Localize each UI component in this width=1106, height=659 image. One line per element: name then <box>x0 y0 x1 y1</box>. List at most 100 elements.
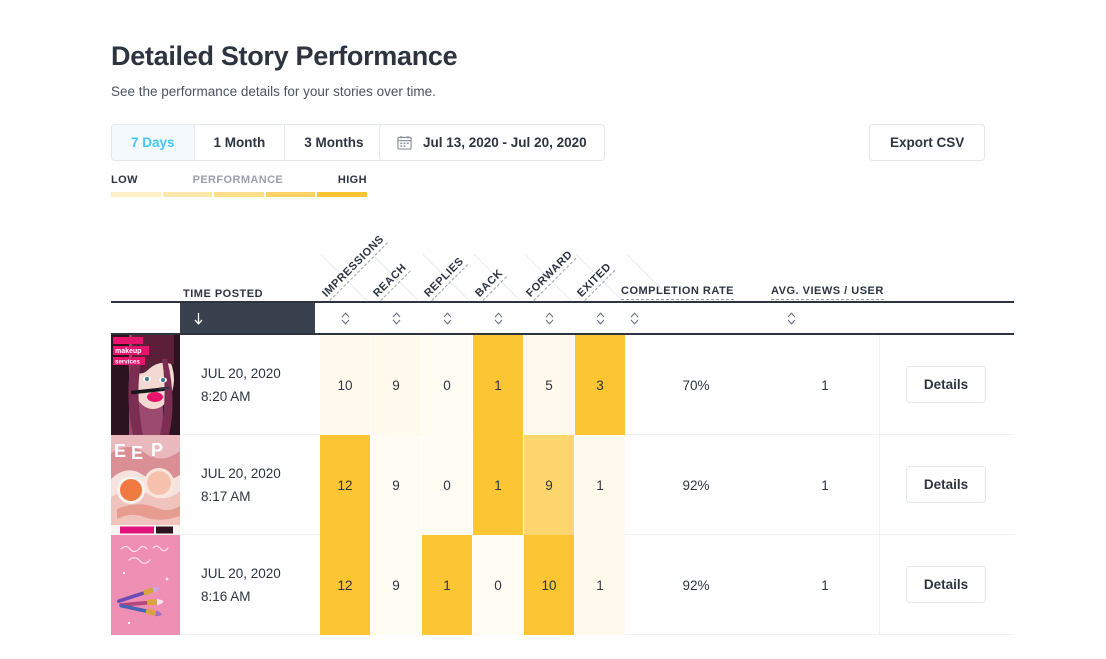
date-range-tabs: 7 Days 1 Month 3 Months <box>111 124 384 161</box>
metric-cell-reach: 9 <box>371 435 421 535</box>
sort-control-time-posted[interactable] <box>180 303 315 333</box>
time-posted-cell: JUL 20, 2020 8:17 AM <box>201 435 281 535</box>
export-csv-button[interactable]: Export CSV <box>869 124 986 161</box>
details-button[interactable]: Details <box>906 566 986 603</box>
legend-labels: LOW PERFORMANCE HIGH <box>111 174 367 186</box>
eep-orange-makeup-thumbnail[interactable]: E E P <box>111 435 180 535</box>
svg-text:E: E <box>114 441 126 461</box>
post-date: JUL 20, 2020 <box>201 566 281 581</box>
range-tab-7-days[interactable]: 7 Days <box>112 125 195 160</box>
legend-segment-4 <box>265 192 316 197</box>
metric-cell-forward: 10 <box>524 535 574 635</box>
sort-forward-control[interactable] <box>524 303 574 333</box>
metric-cell-reach: 9 <box>371 335 421 435</box>
sort-updown-icon <box>443 311 451 325</box>
legend-low-label: LOW <box>111 174 138 186</box>
metric-cell-impressions: 12 <box>320 435 370 535</box>
sort-replies-control[interactable] <box>422 303 472 333</box>
completion-rate-cell: 70% <box>682 377 710 393</box>
metric-cell-replies: 0 <box>422 435 472 535</box>
completion-rate-cell: 92% <box>682 577 710 593</box>
arrow-down-icon <box>193 312 204 325</box>
legend-segment-2 <box>162 192 213 197</box>
metric-cell-exited: 3 <box>575 335 625 435</box>
sort-updown-icon <box>494 311 502 325</box>
date-range-value: Jul 13, 2020 - Jul 20, 2020 <box>423 135 587 150</box>
metric-cell-exited: 1 <box>575 535 625 635</box>
column-header-avg-views-per-user: AVG. VIEWS / USER <box>771 285 884 300</box>
column-header-replies: REPLIES <box>422 255 468 301</box>
table-row: E E P JUL 20, 2020 8:17 AM 12 9 0 1 9 1 92% 1 Deta… <box>111 435 1014 535</box>
table-body: makeup services JUL 20, 2020 8:20 AM 10 9 0 1… <box>111 335 1014 635</box>
story-performance-table: TIME POSTED IMPRESSIONS REACH REPLIES BACK F… <box>111 229 1014 635</box>
sort-impressions-control[interactable] <box>320 303 370 333</box>
story-performance-page: Detailed Story Performance See the perfo… <box>0 0 1106 659</box>
table-header-row: TIME POSTED IMPRESSIONS REACH REPLIES BACK F… <box>111 229 1014 302</box>
avg-views-per-user-cell: 1 <box>821 577 829 593</box>
column-header-time-posted: TIME POSTED <box>183 288 264 300</box>
sort-updown-icon <box>545 311 553 325</box>
column-header-exited: EXITED <box>575 260 616 301</box>
row-divider <box>879 335 880 435</box>
column-header-back: BACK <box>473 267 507 301</box>
sort-updown-icon <box>630 311 638 325</box>
table-row: JUL 20, 2020 8:16 AM 12 9 1 0 10 1 92% 1 Details <box>111 535 1014 635</box>
legend-high-label: HIGH <box>337 174 367 186</box>
metric-cell-reach: 9 <box>371 535 421 635</box>
time-posted-cell: JUL 20, 2020 8:20 AM <box>201 335 281 435</box>
metric-cell-replies: 1 <box>422 535 472 635</box>
post-date: JUL 20, 2020 <box>201 366 281 381</box>
legend-segment-5 <box>317 192 367 197</box>
metric-cell-impressions: 10 <box>320 335 370 435</box>
details-button[interactable]: Details <box>906 466 986 503</box>
sort-updown-icon <box>341 311 349 325</box>
metric-cell-exited: 1 <box>575 435 625 535</box>
post-time: 8:17 AM <box>201 489 251 504</box>
table-sort-row <box>111 303 1014 333</box>
post-time: 8:20 AM <box>201 389 251 404</box>
metric-cell-forward: 9 <box>524 435 574 535</box>
column-header-reach: REACH <box>371 261 411 301</box>
sort-updown-icon <box>392 311 400 325</box>
range-tab-1-month[interactable]: 1 Month <box>194 125 286 160</box>
makeup-services-model-thumbnail[interactable]: makeup services <box>111 335 180 435</box>
row-divider <box>879 435 880 535</box>
post-date: JUL 20, 2020 <box>201 466 281 481</box>
svg-text:P: P <box>151 440 163 460</box>
post-time: 8:16 AM <box>201 589 251 604</box>
row-divider <box>879 535 880 635</box>
avg-views-per-user-cell: 1 <box>821 377 829 393</box>
sort-avg-views-per-user-control[interactable] <box>761 303 821 333</box>
sort-reach-control[interactable] <box>371 303 421 333</box>
metric-cell-impressions: 12 <box>320 535 370 635</box>
column-header-completion-rate: COMPLETION RATE <box>621 285 735 300</box>
time-posted-cell: JUL 20, 2020 8:16 AM <box>201 535 281 635</box>
legend-gradient-bar <box>111 192 367 197</box>
page-title: Detailed Story Performance <box>111 41 458 71</box>
legend-segment-1 <box>111 192 161 197</box>
svg-text:services: services <box>115 359 140 366</box>
table-row: makeup services JUL 20, 2020 8:20 AM 10 9 0 1… <box>111 335 1014 435</box>
date-range-picker[interactable]: Jul 13, 2020 - Jul 20, 2020 <box>379 124 605 161</box>
performance-legend: LOW PERFORMANCE HIGH <box>111 174 367 197</box>
avg-views-per-user-cell: 1 <box>821 477 829 493</box>
range-tab-3-months[interactable]: 3 Months <box>285 125 383 160</box>
column-header-forward: FORWARD <box>524 248 577 301</box>
metric-cell-back: 0 <box>473 535 523 635</box>
sort-back-control[interactable] <box>473 303 523 333</box>
sort-completion-rate-control[interactable] <box>604 303 664 333</box>
svg-text:E: E <box>131 443 143 463</box>
metric-cell-back: 1 <box>473 335 523 435</box>
metric-cell-back: 1 <box>473 435 523 535</box>
metric-cell-forward: 5 <box>524 335 574 435</box>
calendar-icon <box>397 135 412 150</box>
svg-text:makeup: makeup <box>115 348 141 355</box>
sort-updown-icon <box>787 311 795 325</box>
legend-segment-3 <box>214 192 264 197</box>
completion-rate-cell: 92% <box>682 477 710 493</box>
details-button[interactable]: Details <box>906 366 986 403</box>
page-subtitle: See the performance details for your sto… <box>111 84 436 99</box>
metric-cell-replies: 0 <box>422 335 472 435</box>
legend-middle-label: PERFORMANCE <box>192 174 284 186</box>
pink-makeup-brushes-thumbnail[interactable] <box>111 535 180 635</box>
